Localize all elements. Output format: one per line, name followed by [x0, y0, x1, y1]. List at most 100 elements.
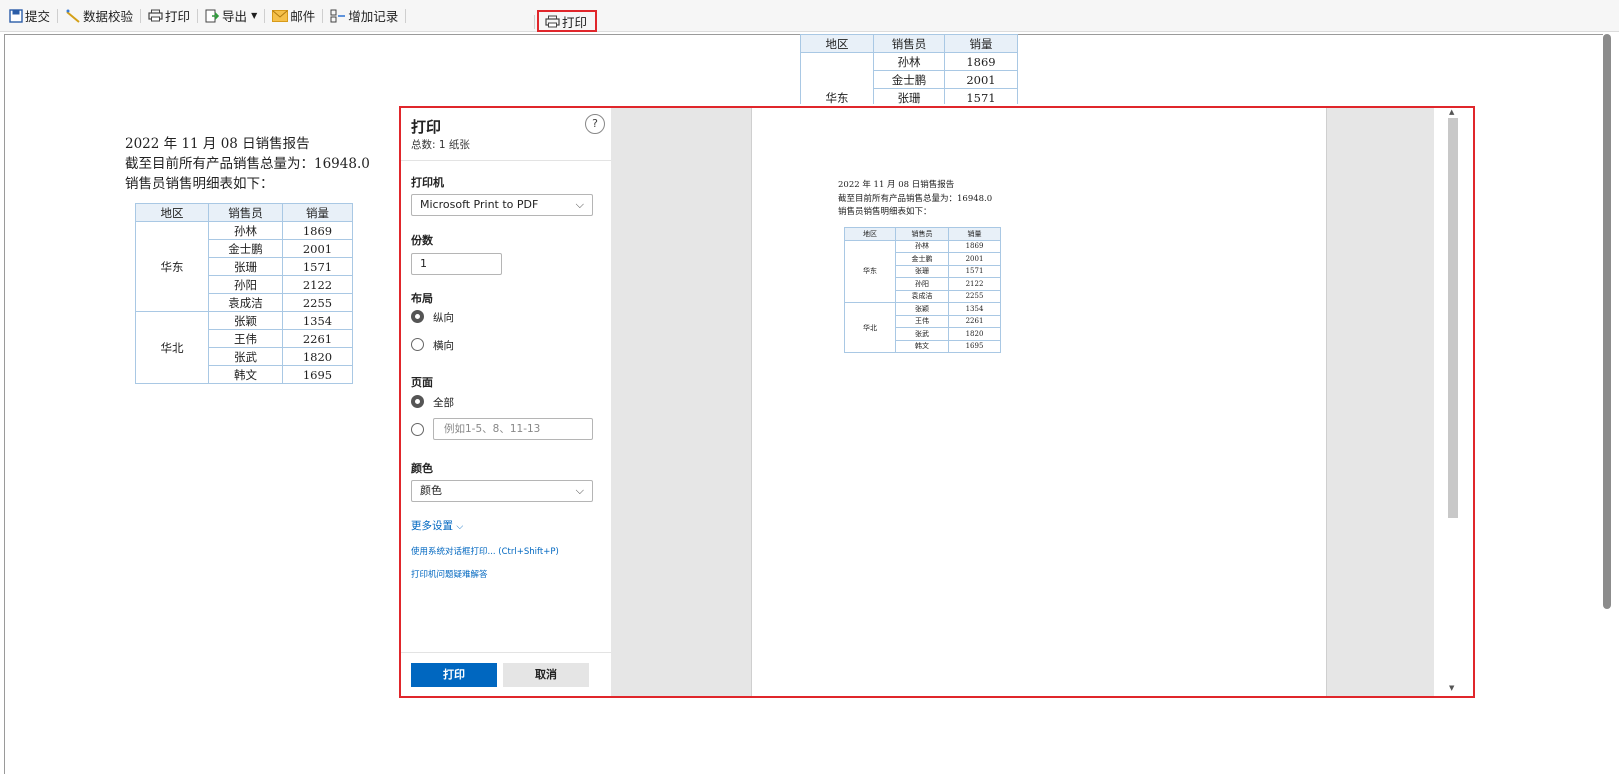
validate-label: 数据校验 — [83, 9, 134, 24]
portrait-label: 纵向 — [433, 312, 454, 324]
portrait-radio[interactable] — [411, 310, 424, 323]
chevron-down-icon: ⌵ — [575, 484, 584, 497]
seller-cell: 金士鹏 — [208, 239, 283, 258]
divider — [264, 8, 266, 23]
seller-cell: 韩文 — [895, 339, 949, 353]
preview-title: 2022 年 11 月 08 日销售报告 — [838, 180, 955, 190]
printer-icon — [545, 15, 560, 27]
qty-cell: 2122 — [948, 277, 1001, 291]
submit-button[interactable]: 提交 — [6, 5, 53, 27]
scroll-down-icon[interactable]: ▼ — [1449, 684, 1454, 692]
dialog-title: 打印 — [411, 118, 442, 136]
qty-cell: 2261 — [282, 329, 353, 348]
seller-cell: 孙阳 — [208, 275, 283, 294]
scroll-up-icon[interactable]: ▲ — [1449, 108, 1454, 116]
print-label: 打印 — [562, 14, 588, 30]
add-record-label: 增加记录 — [348, 9, 399, 24]
system-dialog-link[interactable]: 使用系统对话框打印... (Ctrl+Shift+P) — [411, 545, 559, 557]
export-button[interactable]: 导出 ▼ — [202, 5, 260, 27]
qty-cell: 1354 — [948, 302, 1001, 316]
column-header: 销售员 — [895, 227, 949, 241]
seller-cell: 孙林 — [208, 221, 283, 240]
region-cell: 华东 — [800, 52, 874, 104]
region-cell: 华东 — [135, 221, 209, 312]
add-row-icon — [330, 9, 346, 22]
landscape-radio[interactable] — [411, 338, 424, 351]
divider — [405, 8, 407, 23]
print-dialog: 打印 总数: 1 纸张 ? 打印机 Microsoft Print to PDF… — [399, 106, 1475, 698]
export-icon — [205, 9, 220, 22]
seller-cell: 孙林 — [873, 52, 945, 71]
seller-cell: 张颖 — [895, 302, 949, 316]
pages-label: 页面 — [411, 376, 433, 389]
landscape-label: 横向 — [433, 340, 454, 352]
vertical-scrollbar[interactable] — [1603, 34, 1611, 609]
column-header: 销量 — [944, 34, 1018, 53]
add-record-button[interactable]: 增加记录 — [327, 5, 401, 27]
page-range-input[interactable]: 例如1-5、8、11-13 — [433, 418, 593, 440]
more-settings-link[interactable]: 更多设置 ⌵ — [411, 518, 463, 533]
chevron-down-icon: ⌵ — [575, 198, 584, 211]
print-button-highlighted[interactable]: 打印 — [537, 10, 598, 32]
seller-cell: 袁成洁 — [208, 293, 283, 312]
column-header: 销量 — [948, 227, 1001, 241]
qty-cell: 2001 — [944, 70, 1018, 89]
divider — [322, 8, 324, 23]
troubleshoot-link[interactable]: 打印机问题疑难解答 — [411, 568, 488, 580]
save-icon — [9, 8, 23, 23]
printer-label: 打印机 — [411, 176, 444, 189]
divider — [401, 652, 611, 653]
printer-value: Microsoft Print to PDF — [420, 198, 539, 211]
preview-scrollbar[interactable]: ▲ ▼ — [1434, 108, 1473, 696]
column-header: 销量 — [282, 203, 353, 222]
layout-label: 布局 — [411, 292, 433, 305]
pages-range-radio[interactable] — [411, 423, 424, 436]
seller-cell: 金士鹏 — [873, 70, 945, 89]
seller-cell: 金士鹏 — [895, 252, 949, 266]
region-cell: 华东 — [844, 239, 896, 303]
qty-cell: 1869 — [282, 221, 353, 240]
printer-select[interactable]: Microsoft Print to PDF ⌵ — [411, 194, 593, 216]
validate-button[interactable]: 数据校验 — [62, 5, 136, 27]
sheet-count: 总数: 1 纸张 — [411, 139, 470, 151]
copies-input[interactable]: 1 — [411, 253, 502, 275]
seller-cell: 张颖 — [208, 311, 283, 330]
preview-header: 2022 年 11 月 08 日销售报告 截至目前所有产品销售总量为：16948… — [838, 179, 992, 220]
help-icon[interactable]: ? — [585, 114, 605, 134]
email-label: 邮件 — [290, 9, 316, 24]
chevron-down-icon: ⌵ — [456, 522, 464, 532]
seller-cell: 张珊 — [873, 88, 945, 104]
more-settings-label: 更多设置 — [411, 520, 453, 532]
seller-cell: 王伟 — [895, 314, 949, 328]
print-label: 打印 — [165, 9, 191, 24]
submit-label: 提交 — [25, 9, 51, 24]
magic-wand-icon — [66, 9, 80, 23]
qty-cell: 1695 — [948, 339, 1001, 353]
column-header: 地区 — [844, 227, 896, 241]
divider — [401, 160, 611, 161]
qty-cell: 2001 — [282, 239, 353, 258]
cancel-button[interactable]: 取消 — [503, 663, 589, 687]
report-header: 2022 年 11 月 08 日销售报告 截至目前所有产品销售总量为：16948… — [125, 134, 370, 194]
qty-cell: 2122 — [282, 275, 353, 294]
print-button[interactable]: 打印 — [145, 5, 193, 27]
column-header: 销售员 — [873, 34, 945, 53]
print-confirm-button[interactable]: 打印 — [411, 663, 497, 687]
color-value: 颜色 — [420, 484, 442, 497]
pages-all-radio[interactable] — [411, 395, 424, 408]
preview-page: 2022 年 11 月 08 日销售报告 截至目前所有产品销售总量为：16948… — [751, 108, 1327, 696]
qty-cell: 2261 — [948, 314, 1001, 328]
column-header: 地区 — [800, 34, 874, 53]
seller-cell: 孙林 — [895, 239, 949, 253]
scroll-thumb[interactable] — [1448, 118, 1458, 518]
seller-cell: 韩文 — [208, 365, 283, 384]
sales-table-partial: 地区 销售员 销量 华东孙林1869 金士鹏2001 张珊1571 孙阳2122… — [800, 34, 1018, 104]
qty-cell: 1820 — [282, 347, 353, 366]
preview-total: 截至目前所有产品销售总量为：16948.0 — [838, 193, 993, 204]
preview-subtitle: 销售员销售明细表如下： — [838, 207, 932, 217]
seller-cell: 袁成洁 — [895, 289, 949, 303]
report-subtitle: 销售员销售明细表如下： — [125, 176, 274, 192]
color-select[interactable]: 颜色 ⌵ — [411, 480, 593, 502]
email-button[interactable]: 邮件 — [269, 5, 318, 27]
qty-cell: 1869 — [948, 239, 1001, 253]
